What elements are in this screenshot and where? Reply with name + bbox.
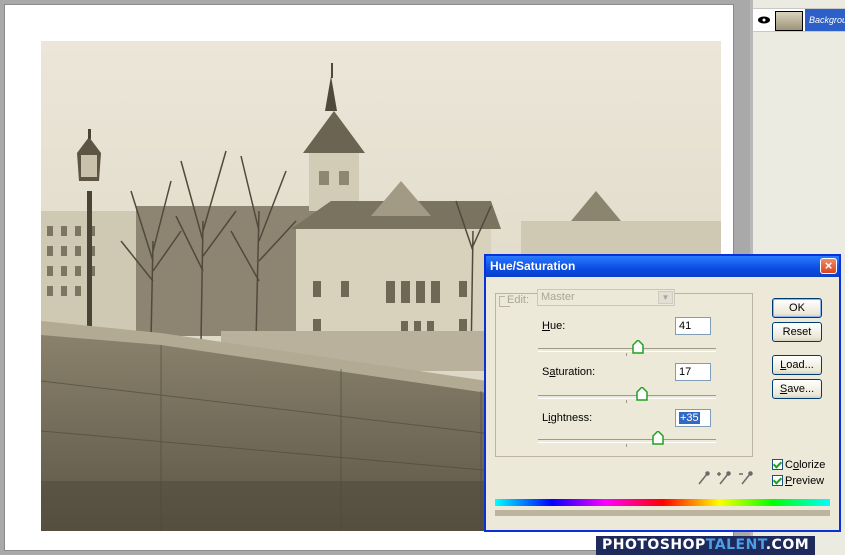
color-spectrum-bar xyxy=(495,499,830,506)
close-button[interactable]: × xyxy=(820,258,837,274)
hue-label: Hue: xyxy=(542,320,566,332)
hue-slider-track[interactable] xyxy=(538,340,716,356)
eyedropper-tools xyxy=(698,471,753,485)
chevron-down-icon[interactable]: ▼ xyxy=(658,291,673,304)
lightness-input[interactable]: +35 xyxy=(675,409,711,427)
eye-icon[interactable] xyxy=(757,13,771,27)
result-color-bar xyxy=(495,510,830,516)
lightness-center-tick xyxy=(626,444,627,447)
close-icon: × xyxy=(824,258,833,273)
layer-name[interactable]: Background xyxy=(805,9,845,31)
layer-row-background[interactable]: Background xyxy=(753,8,845,32)
watermark-logo: PHOTOSHOPTALENT.COM xyxy=(596,536,816,555)
load-button[interactable]: Load... xyxy=(772,355,822,375)
saturation-slider-thumb[interactable] xyxy=(636,387,648,401)
eyedropper-minus-icon[interactable] xyxy=(739,471,753,485)
hue-center-tick xyxy=(626,353,627,356)
colorize-checkbox[interactable] xyxy=(772,459,783,470)
preview-row[interactable]: Preview xyxy=(772,475,824,489)
lightness-slider-track[interactable] xyxy=(538,431,716,447)
dialog-title: Hue/Saturation xyxy=(490,259,576,273)
lightness-label: Lightness: xyxy=(542,412,593,424)
edit-select-value: Master xyxy=(541,291,575,303)
layer-thumbnail xyxy=(775,11,803,31)
saturation-center-tick xyxy=(626,400,627,403)
hue-input[interactable]: 41 xyxy=(675,317,711,335)
saturation-label: Saturation: xyxy=(542,366,596,378)
saturation-input[interactable]: 17 xyxy=(675,363,711,381)
eyedropper-plus-icon[interactable] xyxy=(717,471,731,485)
hue-slider-thumb[interactable] xyxy=(631,340,644,354)
hue-saturation-dialog: Hue/Saturation × Edit: Master ▼ Hue: 41 … xyxy=(484,254,841,532)
ok-button[interactable]: OK xyxy=(772,298,822,318)
preview-checkbox[interactable] xyxy=(772,475,783,486)
colorize-row[interactable]: Colorize xyxy=(772,459,825,473)
edit-label: Edit: xyxy=(505,294,532,306)
eyedropper-icon[interactable] xyxy=(698,471,710,485)
dialog-titlebar[interactable]: Hue/Saturation × xyxy=(486,256,839,277)
lightness-slider-thumb[interactable] xyxy=(652,431,664,445)
save-button[interactable]: Save... xyxy=(772,379,822,399)
saturation-slider-track[interactable] xyxy=(538,387,716,403)
edit-channel-select[interactable]: Master ▼ xyxy=(537,289,675,306)
reset-button[interactable]: Reset xyxy=(772,322,822,342)
edit-group-box xyxy=(495,293,753,457)
